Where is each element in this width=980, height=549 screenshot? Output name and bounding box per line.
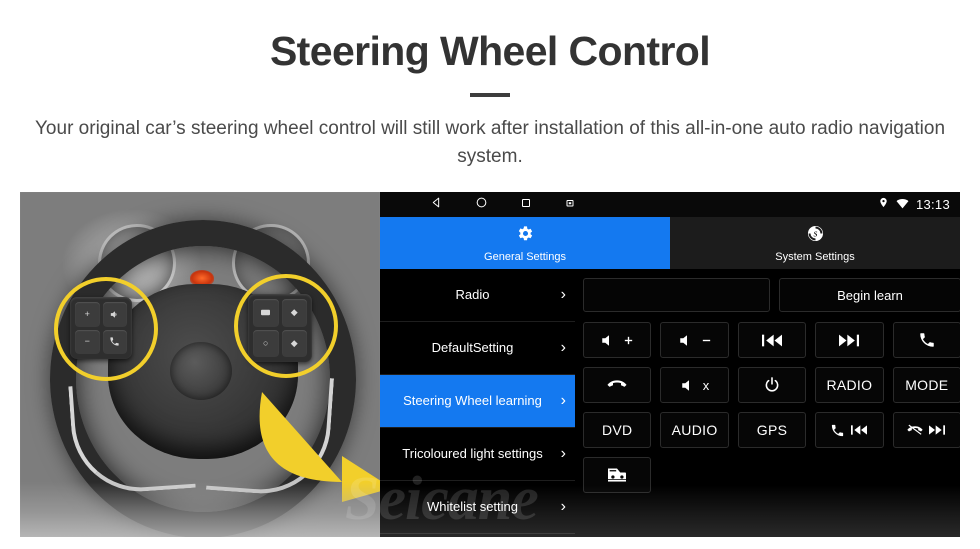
begin-learn-button[interactable]: Begin learn <box>779 278 960 312</box>
status-bar-clock: 13:13 <box>915 197 950 212</box>
sidebar-item-radio[interactable]: Radio › <box>380 269 575 322</box>
hangup-next-icon <box>907 423 946 437</box>
sidebar-item-whitelist-setting[interactable]: Whitelist setting › <box>380 481 575 534</box>
sidebar-item-steering-wheel-learning[interactable]: Steering Wheel learning › <box>380 375 575 428</box>
volume-up-button[interactable] <box>583 322 652 358</box>
recents-icon[interactable] <box>520 196 532 214</box>
highlight-circle-left <box>54 277 158 381</box>
chevron-right-icon: › <box>560 286 566 304</box>
location-pin-icon <box>878 196 889 214</box>
sidebar-item-tricoloured-light-settings[interactable]: Tricoloured light settings › <box>380 428 575 481</box>
sidebar-item-steering-wheel-learning-label: Steering Wheel learning <box>403 393 542 409</box>
volume-down-button[interactable] <box>660 322 729 358</box>
page-header: Steering Wheel Control Your original car… <box>0 0 980 170</box>
settings-sidebar: Radio › DefaultSetting › Steering Wheel … <box>380 269 575 537</box>
hang-up-button[interactable] <box>583 367 652 403</box>
sidebar-item-defaultsetting-label: DefaultSetting <box>431 340 514 356</box>
call-previous-button[interactable] <box>815 412 884 448</box>
tab-general-settings-label: General Settings <box>484 250 566 263</box>
next-track-icon <box>838 333 860 348</box>
back-icon[interactable] <box>430 196 443 214</box>
sidebar-item-whitelist-setting-label: Whitelist setting <box>426 499 519 515</box>
previous-track-button[interactable] <box>737 322 807 358</box>
highlight-circle-right <box>234 274 338 378</box>
sidebar-item-defaultsetting[interactable]: DefaultSetting › <box>380 322 575 375</box>
android-nav-icons <box>390 196 576 214</box>
screenshot-icon[interactable] <box>564 196 576 214</box>
gps-button[interactable]: GPS <box>737 412 807 448</box>
tab-system-settings[interactable]: S System Settings <box>670 217 960 269</box>
svg-text:S: S <box>813 230 817 238</box>
chevron-right-icon: › <box>560 445 566 463</box>
vehicle-info-button[interactable] <box>583 457 652 493</box>
hangup-next-button[interactable] <box>892 412 960 448</box>
function-button-grid: x RADIO MODE DVD AUDIO GPS <box>583 322 960 493</box>
mode-button[interactable]: MODE <box>892 367 960 403</box>
volume-up-icon <box>600 333 634 348</box>
status-bar-right: 13:13 <box>878 196 950 214</box>
sidebar-item-tricoloured-light-settings-label: Tricoloured light settings <box>402 446 543 462</box>
seicane-logo-icon: S <box>806 224 825 248</box>
android-status-bar: 13:13 <box>380 192 960 217</box>
chevron-right-icon: › <box>560 498 566 516</box>
car-icon <box>606 466 628 484</box>
power-icon <box>763 376 781 394</box>
dvd-button[interactable]: DVD <box>583 412 652 448</box>
audio-button[interactable]: AUDIO <box>660 412 729 448</box>
chevron-right-icon: › <box>560 392 566 410</box>
power-button[interactable] <box>737 367 807 403</box>
volume-mute-icon: x <box>680 378 710 393</box>
page-title: Steering Wheel Control <box>269 28 711 74</box>
answer-call-button[interactable] <box>892 322 960 358</box>
home-icon[interactable] <box>475 196 488 214</box>
chevron-right-icon: › <box>560 339 566 357</box>
tab-general-settings[interactable]: General Settings <box>380 217 670 269</box>
wifi-icon <box>896 196 909 214</box>
mute-button[interactable]: x <box>660 367 729 403</box>
settings-tabs: General Settings S System Settings <box>380 217 960 269</box>
phone-answer-icon <box>918 331 936 349</box>
steering-wheel-learning-panel: Begin learn x RADIO MODE DVD AUDIO GPS <box>575 269 960 537</box>
page-root: Steering Wheel Control Your original car… <box>0 0 980 549</box>
product-panel: + − ◆ ○ ◆ 13:13 General Settings S Syste… <box>20 192 960 537</box>
previous-track-icon <box>761 333 783 348</box>
phone-hangup-icon <box>607 377 627 393</box>
tab-system-settings-label: System Settings <box>775 250 855 263</box>
airbag-hub <box>170 342 232 400</box>
volume-down-icon <box>678 333 712 348</box>
steering-wheel-photo: + − ◆ ○ ◆ <box>20 192 380 537</box>
head-unit-screen: 13:13 General Settings S System Settings <box>345 192 960 537</box>
settings-body: Radio › DefaultSetting › Steering Wheel … <box>380 269 960 537</box>
gear-icon <box>516 224 535 248</box>
next-track-button[interactable] <box>815 322 884 358</box>
phone-previous-icon <box>830 423 868 438</box>
page-subtitle: Your original car’s steering wheel contr… <box>35 118 946 167</box>
title-divider <box>470 93 510 98</box>
radio-button[interactable]: RADIO <box>815 367 884 403</box>
sidebar-item-radio-label: Radio <box>455 287 490 303</box>
learning-top-row: Begin learn <box>583 278 960 312</box>
yellow-arrow-icon <box>259 392 380 502</box>
learned-key-display[interactable] <box>583 278 770 312</box>
